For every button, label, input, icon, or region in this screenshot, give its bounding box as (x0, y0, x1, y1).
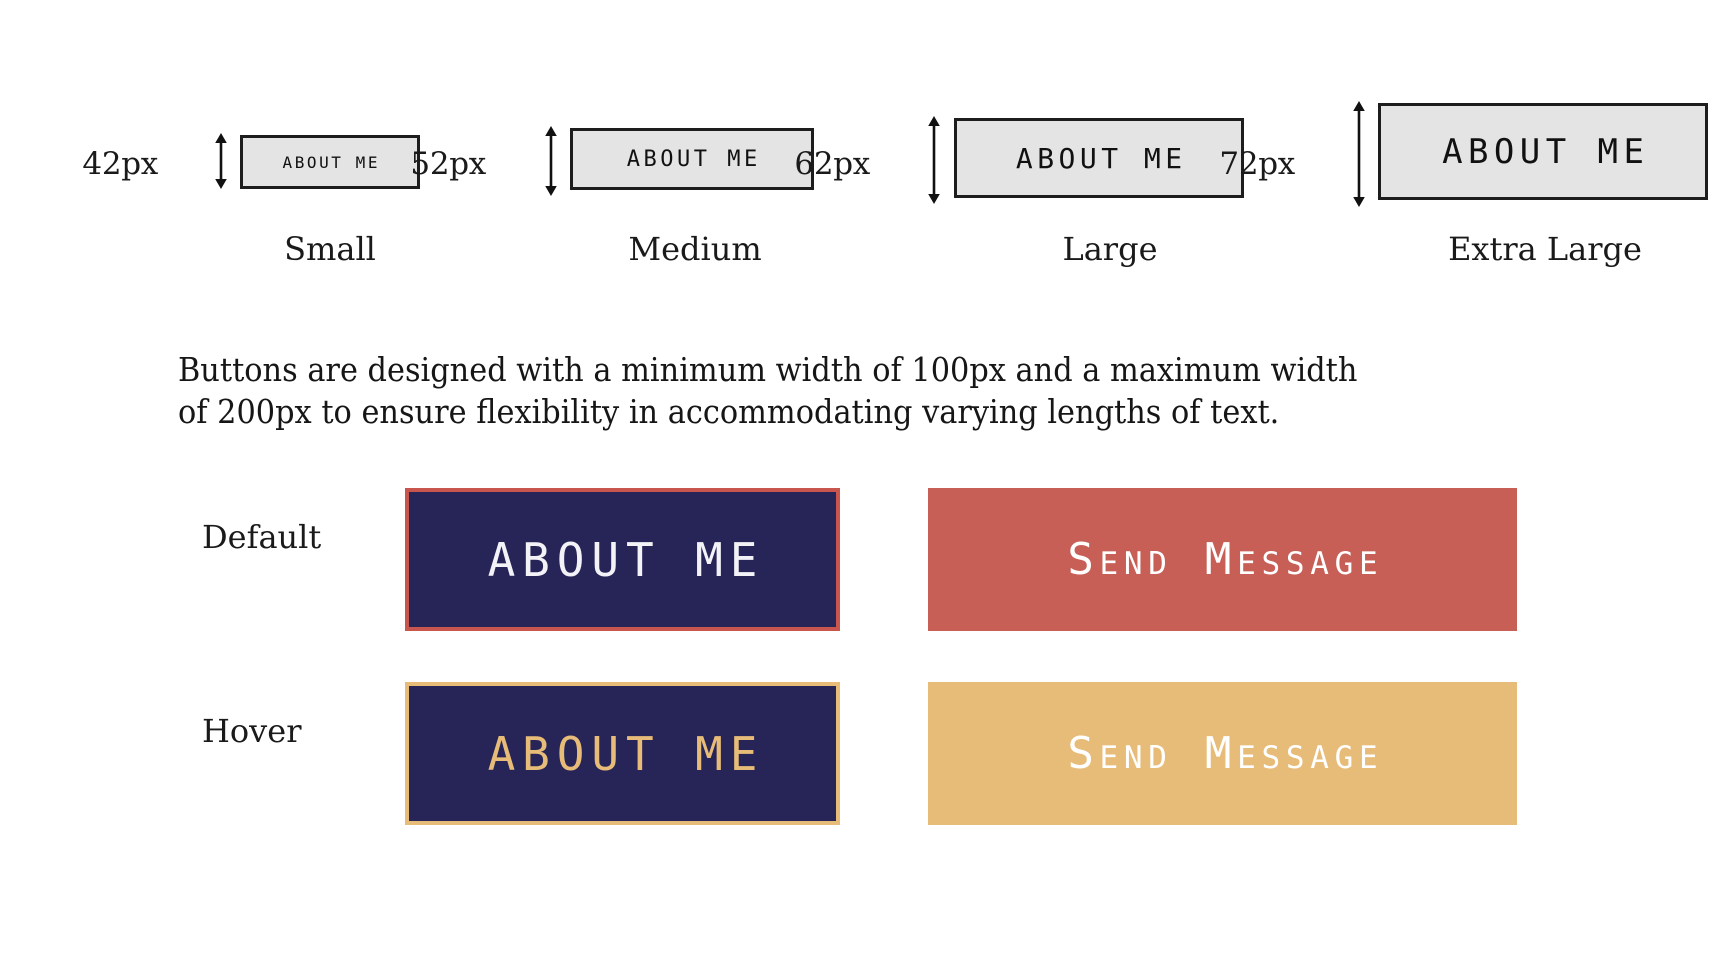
about-me-button-hover-label: ABOUT ME (487, 726, 765, 781)
send-message-button-default-label: Send Message (1067, 534, 1384, 585)
sample-button-large[interactable]: ABOUT ME (954, 118, 1244, 198)
spec-paragraph-line-1: Buttons are designed with a minimum widt… (178, 350, 1358, 389)
dimension-label-medium: 52px (410, 146, 486, 182)
send-message-button-hover-label: Send Message (1067, 728, 1384, 779)
sample-button-extra-large-label: ABOUT ME (1442, 131, 1650, 172)
state-row-label-hover: Hover (202, 712, 302, 750)
state-row-label-default: Default (202, 518, 322, 556)
send-message-button-hover[interactable]: Send Message (928, 682, 1517, 825)
size-group-small: 42px ABOUT ME Small (60, 0, 420, 270)
about-me-button-default[interactable]: ABOUT ME (405, 488, 840, 631)
size-group-extra-large: 72px ABOUT ME Extra Large (1215, 0, 1708, 270)
size-caption-extra-large: Extra Large (1448, 230, 1642, 268)
dimension-label-small: 42px (82, 146, 158, 182)
sample-button-small-label: ABOUT ME (282, 152, 381, 172)
about-me-button-default-label: ABOUT ME (487, 532, 765, 587)
button-state-matrix: Default ABOUT ME Send Message Hover ABOU… (0, 470, 1724, 830)
send-message-button-default[interactable]: Send Message (928, 488, 1517, 631)
spec-paragraph-line-2: of 200px to ensure flexibility in accomm… (178, 392, 1280, 432)
about-me-button-hover[interactable]: ABOUT ME (405, 682, 840, 825)
height-arrow-small (210, 133, 232, 193)
button-width-spec-paragraph: Buttons are designed with a minimum widt… (178, 349, 1358, 433)
dimension-label-large: 62px (794, 146, 870, 182)
button-size-specimen-row: 42px ABOUT ME Small 52px ABOUT ME Medium (0, 0, 1724, 270)
height-arrow-extra-large (1348, 101, 1370, 211)
sample-button-medium-label: ABOUT ME (626, 146, 761, 172)
sample-button-small[interactable]: ABOUT ME (240, 135, 420, 189)
size-group-medium: 52px ABOUT ME Medium (400, 0, 814, 270)
sample-button-medium[interactable]: ABOUT ME (570, 128, 814, 190)
height-arrow-large (923, 116, 945, 208)
dimension-label-extra-large: 72px (1219, 146, 1295, 182)
sample-button-extra-large[interactable]: ABOUT ME (1378, 103, 1708, 200)
size-group-large: 62px ABOUT ME Large (790, 0, 1244, 270)
height-arrow-medium (540, 126, 562, 200)
sample-button-large-label: ABOUT ME (1015, 141, 1187, 175)
